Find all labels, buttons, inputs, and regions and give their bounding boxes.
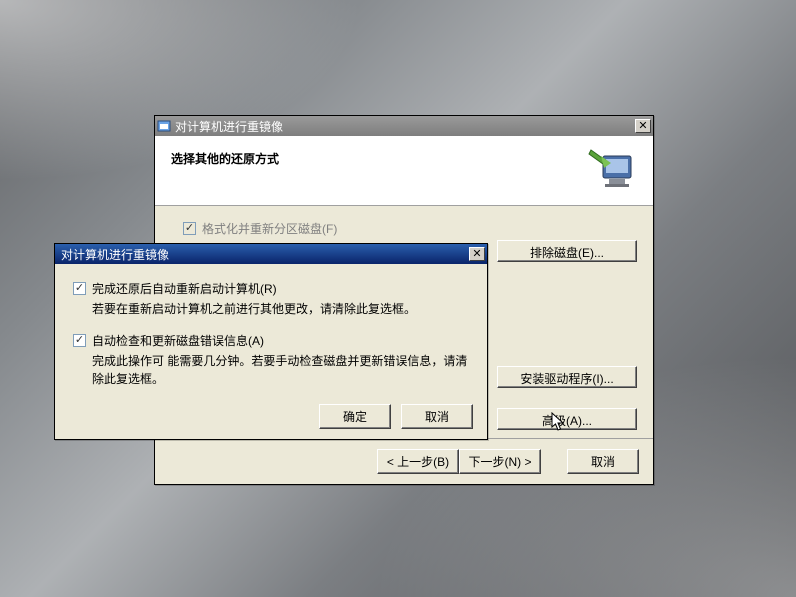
install-driver-button[interactable]: 安装驱动程序(I)... — [497, 366, 637, 388]
auto-check-disk-checkbox[interactable] — [73, 334, 86, 347]
wizard-titlebar: 对计算机进行重镜像 ✕ — [155, 116, 653, 136]
wizard-header: 选择其他的还原方式 — [155, 136, 653, 206]
format-disk-checkbox — [183, 222, 196, 235]
window-icon — [157, 119, 171, 133]
wizard-body: 格式化并重新分区磁盘(F) — [155, 206, 653, 237]
side-buttons-group-2: 安装驱动程序(I)... — [497, 366, 637, 388]
format-disk-row: 格式化并重新分区磁盘(F) — [183, 220, 637, 237]
exclude-disk-button[interactable]: 排除磁盘(E)... — [497, 240, 637, 262]
advanced-body: 完成还原后自动重新启动计算机(R) 若要在重新启动计算机之前进行其他更改，请清除… — [55, 264, 487, 388]
auto-reboot-row: 完成还原后自动重新启动计算机(R) — [73, 280, 471, 297]
next-button[interactable]: 下一步(N) > — [459, 449, 541, 474]
advanced-button[interactable]: 高级(A)... — [497, 408, 637, 430]
auto-check-disk-row: 自动检查和更新磁盘错误信息(A) — [73, 332, 471, 349]
wizard-header-title: 选择其他的还原方式 — [171, 150, 279, 167]
advanced-title: 对计算机进行重镜像 — [57, 246, 469, 263]
close-icon[interactable]: ✕ — [635, 119, 651, 133]
side-buttons-group: 排除磁盘(E)... — [497, 240, 637, 262]
advanced-dialog: 对计算机进行重镜像 ✕ 完成还原后自动重新启动计算机(R) 若要在重新启动计算机… — [54, 243, 488, 440]
auto-reboot-desc: 若要在重新启动计算机之前进行其他更改，请清除此复选框。 — [92, 301, 471, 318]
auto-check-disk-desc: 完成此操作可 能需要几分钟。若要手动检查磁盘并更新错误信息，请清除此复选框。 — [92, 353, 471, 388]
auto-reboot-label: 完成还原后自动重新启动计算机(R) — [92, 280, 277, 297]
advanced-titlebar: 对计算机进行重镜像 ✕ — [55, 244, 487, 264]
adv-cancel-button[interactable]: 取消 — [401, 404, 473, 429]
advanced-footer: 确定 取消 — [55, 404, 487, 429]
auto-check-disk-label: 自动检查和更新磁盘错误信息(A) — [92, 332, 264, 349]
restore-image-icon — [587, 146, 637, 192]
auto-reboot-checkbox[interactable] — [73, 282, 86, 295]
side-buttons-group-3: 高级(A)... — [497, 408, 637, 430]
wizard-footer: < 上一步(B) 下一步(N) > 取消 — [155, 438, 653, 484]
format-disk-label: 格式化并重新分区磁盘(F) — [202, 220, 337, 237]
close-icon[interactable]: ✕ — [469, 247, 485, 261]
wizard-title: 对计算机进行重镜像 — [175, 118, 635, 135]
back-button[interactable]: < 上一步(B) — [377, 449, 459, 474]
cancel-button[interactable]: 取消 — [567, 449, 639, 474]
ok-button[interactable]: 确定 — [319, 404, 391, 429]
